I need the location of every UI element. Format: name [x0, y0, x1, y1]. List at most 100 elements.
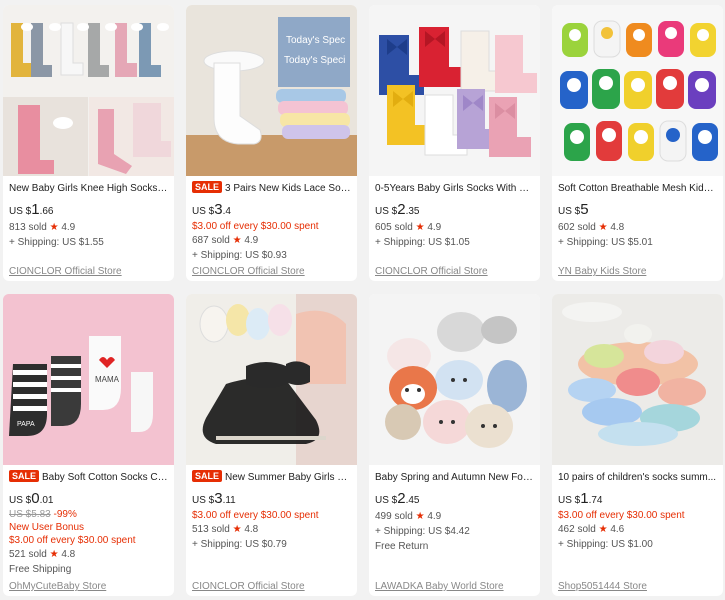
price-currency: US $ — [192, 495, 215, 506]
shipping-cost: + Shipping: US $1.55 — [9, 237, 104, 248]
price-integer: 3 — [214, 490, 223, 507]
product-card[interactable]: 10 pairs of children's socks summ... US … — [552, 294, 723, 596]
animal-shoes-photo — [369, 294, 540, 465]
rating-value: 4.8 — [244, 524, 259, 535]
store-link[interactable]: OhMyCuteBaby Store — [9, 581, 106, 592]
sold-count: 513 sold — [192, 524, 230, 535]
star-icon: ★ — [232, 524, 242, 535]
store-link[interactable]: CIONCLOR Official Store — [375, 266, 488, 277]
sold-rating: 513 sold ★ 4.8 — [192, 522, 351, 537]
product-title[interactable]: New Baby Girls Knee High Socks A... — [9, 181, 168, 196]
product-price: US $2.45 — [375, 491, 534, 509]
product-image[interactable] — [3, 5, 174, 176]
sold-rating: 602 sold ★ 4.8 — [558, 220, 717, 235]
product-card[interactable]: MAMA PAPA SALE Baby Soft Cotton Socks Cut… — [3, 294, 174, 596]
product-title[interactable]: 0-5Years Baby Girls Socks With Big... — [375, 181, 534, 196]
price-integer: 2 — [397, 490, 406, 507]
promo-text: $3.00 off every $30.00 spent — [192, 221, 319, 232]
price-decimal: .35 — [405, 206, 420, 217]
product-title-text[interactable]: 0-5Years Baby Girls Socks With Big... — [375, 183, 534, 194]
rating-value: 4.9 — [427, 222, 442, 233]
price-decimal: .45 — [405, 495, 420, 506]
sold-rating: 462 sold ★ 4.6 — [558, 522, 717, 537]
shipping-cost: + Shipping: US $5.01 — [558, 237, 653, 248]
promo-text: $3.00 off every $30.00 spent — [558, 510, 685, 521]
shipping-cost: + Shipping: US $4.42 — [375, 526, 470, 537]
price-currency: US $ — [9, 495, 32, 506]
promo-text: $3.00 off every $30.00 spent — [9, 535, 136, 546]
store-link[interactable]: CIONCLOR Official Store — [192, 581, 305, 592]
star-icon: ★ — [232, 235, 242, 246]
store-link[interactable]: YN Baby Kids Store — [558, 266, 646, 277]
product-image[interactable]: Today's Spec Today's Speci — [186, 5, 357, 176]
store-link[interactable]: LAWADKA Baby World Store — [375, 581, 504, 592]
product-image[interactable] — [369, 294, 540, 465]
sold-count: 605 sold — [375, 222, 413, 233]
sale-badge: SALE — [192, 470, 223, 482]
product-image[interactable] — [186, 294, 357, 465]
product-card[interactable]: 0-5Years Baby Girls Socks With Big... US… — [369, 5, 540, 281]
product-title-text[interactable]: 3 Pairs New Kids Lace Sock... — [225, 183, 351, 194]
sold-rating: 521 sold ★ 4.8 — [9, 547, 168, 562]
rating-value: 4.8 — [61, 549, 76, 560]
product-title-text[interactable]: Baby Soft Cotton Socks Cut... — [42, 472, 168, 483]
sold-count: 602 sold — [558, 222, 596, 233]
product-title-text[interactable]: Soft Cotton Breathable Mesh Kids ... — [558, 183, 717, 194]
product-title-text[interactable]: 10 pairs of children's socks summ... — [558, 472, 716, 483]
product-card[interactable]: SALE New Summer Baby Girls Ki... US $3.11… — [186, 294, 357, 596]
product-price: US $5 — [558, 202, 717, 220]
promo-text: $3.00 off every $30.00 spent — [192, 510, 319, 521]
product-card[interactable]: Soft Cotton Breathable Mesh Kids ... US … — [552, 5, 723, 281]
star-icon: ★ — [598, 524, 608, 535]
star-icon: ★ — [415, 511, 425, 522]
price-currency: US $ — [192, 206, 215, 217]
shipping-cost: + Shipping: US $1.00 — [558, 539, 653, 550]
sold-rating: 813 sold ★ 4.9 — [9, 220, 168, 235]
product-image[interactable] — [369, 5, 540, 176]
star-icon: ★ — [49, 222, 59, 233]
sold-rating: 687 sold ★ 4.9 — [192, 233, 351, 248]
product-title-text[interactable]: New Summer Baby Girls Ki... — [225, 472, 351, 483]
store-link[interactable]: Shop5051444 Store — [558, 581, 647, 592]
price-decimal: .74 — [588, 495, 603, 506]
product-title-text[interactable]: New Baby Girls Knee High Socks A... — [9, 183, 168, 194]
mesh-socks-photo — [552, 5, 723, 176]
price-integer: 2 — [397, 201, 406, 218]
price-decimal: .66 — [39, 206, 54, 217]
shipping-cost: + Shipping: US $1.05 — [375, 237, 470, 248]
product-title[interactable]: Soft Cotton Breathable Mesh Kids ... — [558, 181, 717, 196]
lace-socks-photo: Today's Spec Today's Speci — [186, 5, 357, 176]
discount-percent: -99% — [53, 509, 77, 520]
price-currency: US $ — [558, 206, 581, 217]
price-integer: 0 — [31, 490, 40, 507]
star-icon: ★ — [598, 222, 608, 233]
bow-socks-photo — [369, 5, 540, 176]
product-price: US $3.4 — [192, 202, 351, 220]
product-image[interactable] — [552, 5, 723, 176]
new-user-bonus: New User Bonus — [9, 522, 85, 533]
product-card[interactable]: Today's Spec Today's Speci SALE 3 Pairs N… — [186, 5, 357, 281]
product-image[interactable]: MAMA PAPA — [3, 294, 174, 465]
product-card[interactable]: Baby Spring and Autumn New Foo... US $2.… — [369, 294, 540, 596]
store-link[interactable]: CIONCLOR Official Store — [192, 266, 305, 277]
sold-count: 813 sold — [9, 222, 47, 233]
product-title[interactable]: SALE 3 Pairs New Kids Lace Sock... — [192, 181, 351, 196]
original-price-row: US $5.83 -99% — [9, 509, 168, 521]
product-card[interactable]: New Baby Girls Knee High Socks A... US $… — [3, 5, 174, 281]
price-currency: US $ — [558, 495, 581, 506]
product-title-text[interactable]: Baby Spring and Autumn New Foo... — [375, 472, 534, 483]
product-title[interactable]: SALE Baby Soft Cotton Socks Cut... — [9, 470, 168, 485]
sale-badge: SALE — [9, 470, 40, 482]
product-image[interactable] — [552, 294, 723, 465]
star-icon: ★ — [415, 222, 425, 233]
summer-lace-socks-photo — [186, 294, 357, 465]
shipping-cost: + Shipping: US $0.79 — [192, 539, 287, 550]
price-decimal: .4 — [222, 206, 231, 217]
product-title[interactable]: 10 pairs of children's socks summ... — [558, 470, 717, 485]
product-price: US $1.74 — [558, 491, 717, 509]
store-link[interactable]: CIONCLOR Official Store — [9, 266, 122, 277]
product-title[interactable]: SALE New Summer Baby Girls Ki... — [192, 470, 351, 485]
sold-count: 462 sold — [558, 524, 596, 535]
product-title[interactable]: Baby Spring and Autumn New Foo... — [375, 470, 534, 485]
box-text-2: Today's Speci — [284, 55, 345, 66]
